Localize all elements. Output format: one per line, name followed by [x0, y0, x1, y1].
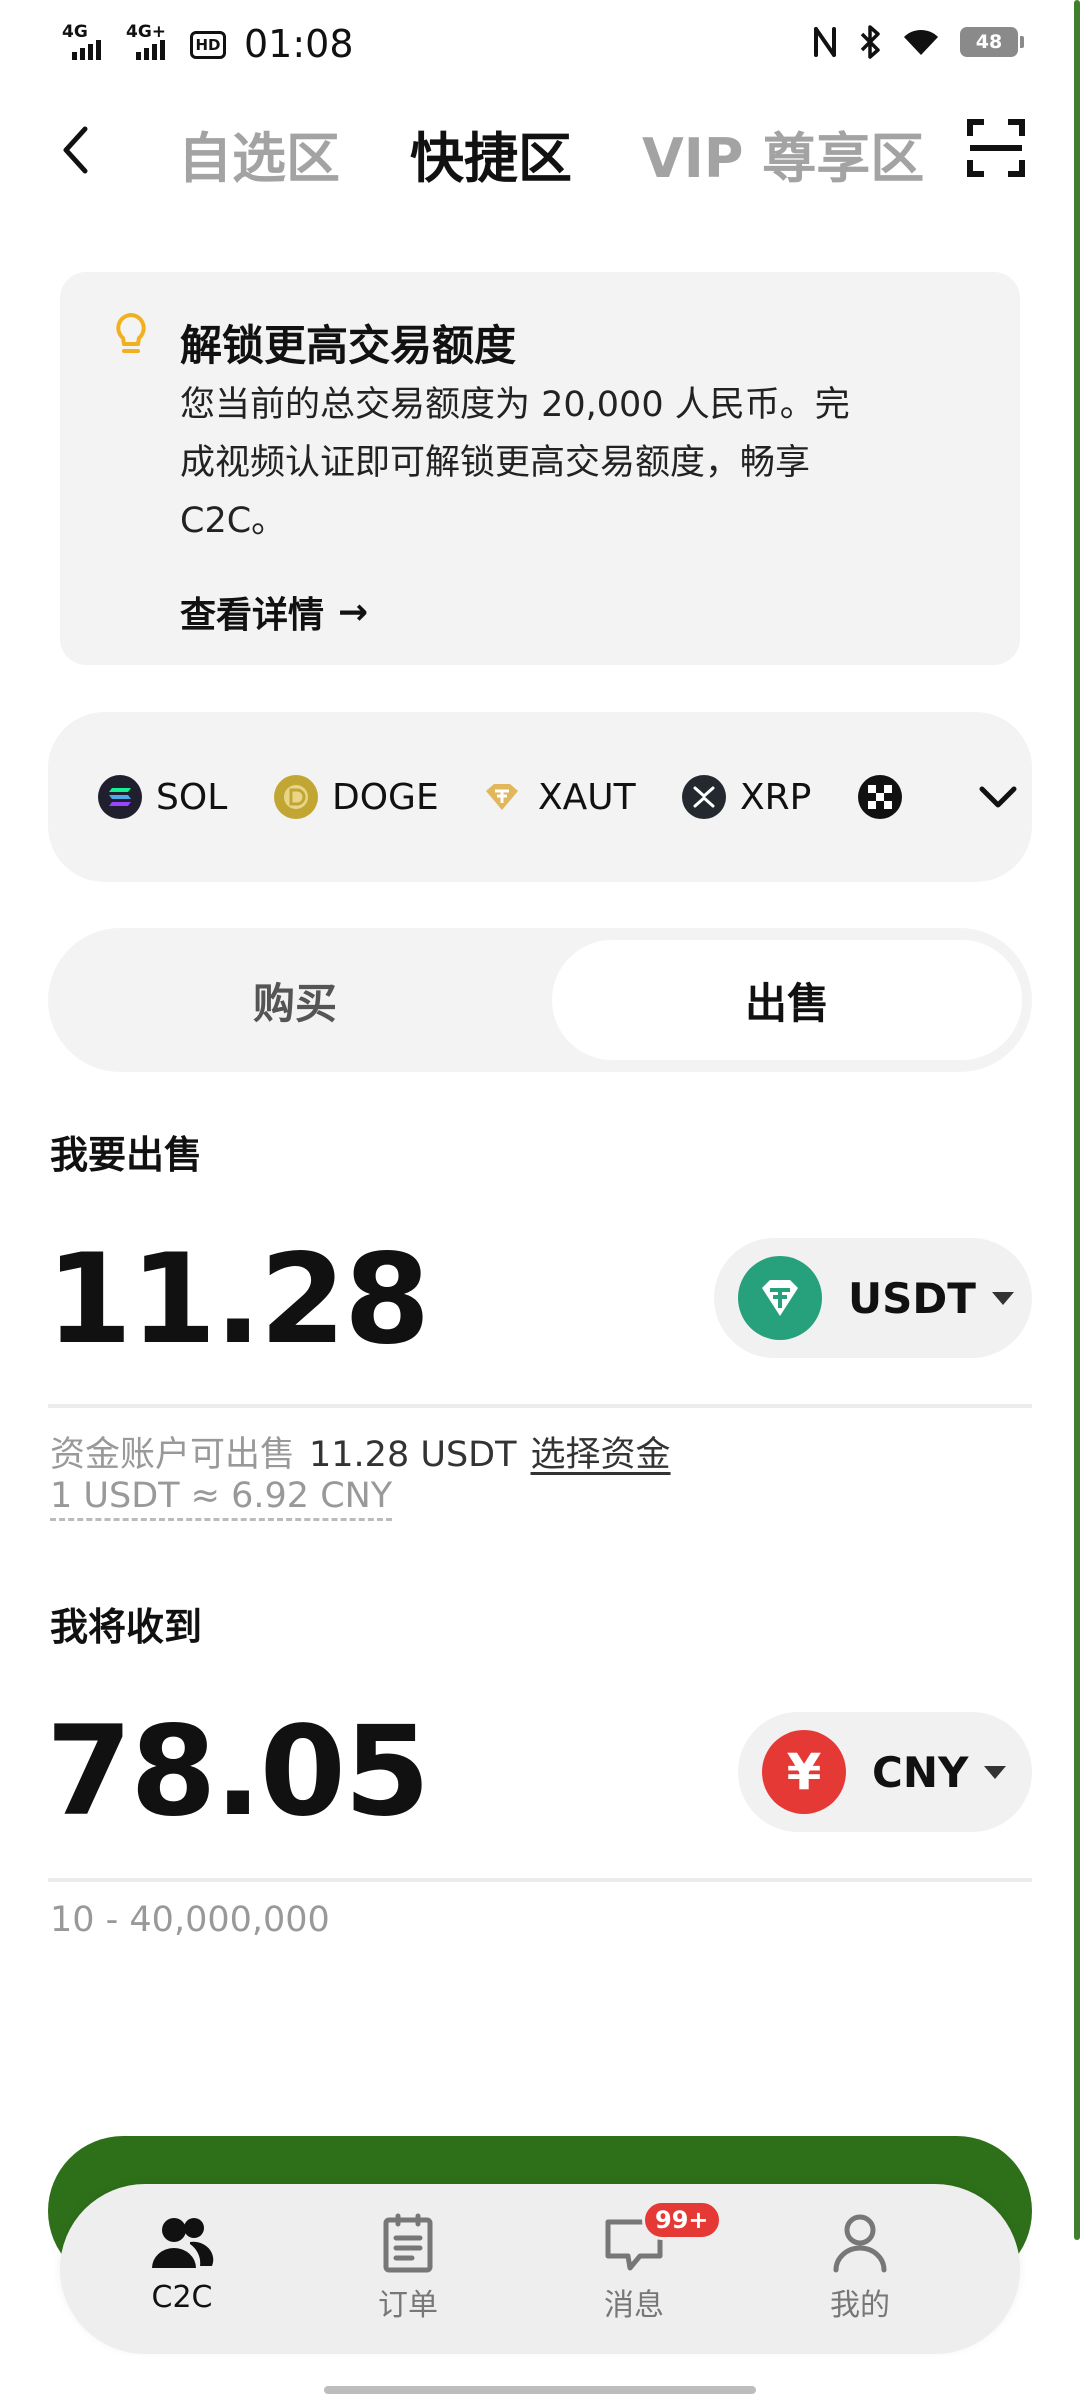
sell-currency-selector[interactable]: USDT: [714, 1238, 1032, 1358]
home-indicator[interactable]: [324, 2386, 756, 2394]
receive-divider: [48, 1878, 1032, 1882]
nav-item-orders[interactable]: 订单: [328, 2212, 488, 2332]
amount-range: 10 - 40,000,000: [50, 1900, 330, 1940]
users-icon: [152, 2218, 214, 2268]
available-label: 资金账户可出售: [50, 1435, 296, 1475]
notice-title: 解锁更高交易额度: [180, 321, 517, 370]
sell-label: 我要出售: [50, 1133, 203, 1177]
nav-label: C2C: [151, 2280, 213, 2315]
battery-icon: 48: [960, 27, 1024, 57]
solana-icon: [98, 775, 142, 819]
wifi-icon: [904, 29, 938, 55]
xrp-icon: [682, 775, 726, 819]
nav-label: 我的: [830, 2288, 890, 2323]
hd-voice-icon: HD: [190, 31, 226, 59]
coin-item-xrp[interactable]: XRP: [682, 767, 811, 827]
chat-icon-wrap: 99+: [602, 2200, 722, 2274]
buy-sell-toggle: 购买 出售: [48, 928, 1032, 1072]
coin-name: XRP: [740, 776, 812, 818]
notice-body: 您当前的总交易额度为 20,000 人民币。完成视频认证即可解锁更高交易额度，畅…: [180, 385, 850, 541]
tether-gold-icon: [480, 775, 524, 819]
yuan-icon: ¥: [762, 1730, 846, 1814]
available-line: 资金账户可出售 11.28 USDT 选择资金: [50, 1426, 671, 1477]
lightbulb-icon: [116, 313, 146, 353]
nav-item-c2c[interactable]: C2C: [102, 2212, 262, 2332]
caret-down-icon: [984, 1765, 1007, 1779]
page: 4G 4G+ HD 01:08 48 自选区 快捷区 VIP 尊享区 解锁更高交…: [0, 0, 1080, 2400]
tab-favorites[interactable]: 自选区: [178, 114, 340, 193]
coin-item-xaut[interactable]: XAUT: [480, 767, 636, 827]
user-icon: [833, 2214, 887, 2273]
sell-divider: [48, 1404, 1032, 1408]
bluetooth-icon: [860, 25, 880, 59]
coin-item-sol[interactable]: SOL: [98, 767, 227, 827]
view-details-link[interactable]: 查看详情 →: [180, 586, 368, 638]
coin-name: SOL: [156, 776, 228, 818]
chevron-down-icon: [979, 786, 1017, 808]
nfc-icon: [814, 27, 836, 57]
arrow-right-icon: →: [338, 591, 369, 633]
nav-item-profile[interactable]: 我的: [780, 2212, 940, 2332]
select-fund-link[interactable]: 选择资金: [531, 1435, 671, 1475]
sell-option[interactable]: 出售: [552, 940, 1022, 1060]
message-badge: 99+: [642, 2200, 722, 2240]
coin-selector: SOL DOGE XAUT XRP: [48, 712, 1032, 882]
tab-quick[interactable]: 快捷区: [410, 114, 572, 193]
receive-currency-code: CNY: [872, 1747, 969, 1797]
receive-amount-input[interactable]: 78.05: [46, 1700, 430, 1844]
status-left: 4G 4G+ HD 01:08: [62, 18, 354, 66]
tab-vip[interactable]: VIP 尊享区: [642, 114, 924, 193]
buy-option[interactable]: 购买: [60, 940, 530, 1060]
dogecoin-icon: [274, 775, 318, 819]
nav-label: 订单: [378, 2288, 438, 2323]
sell-amount-input[interactable]: 11.28: [46, 1228, 430, 1372]
receive-currency-selector[interactable]: ¥ CNY: [738, 1712, 1032, 1832]
signal-strength-icon: 4G: [62, 22, 112, 62]
coin-fade: [928, 712, 968, 882]
tether-icon: [738, 1256, 822, 1340]
sell-currency-code: USDT: [848, 1273, 976, 1323]
scroll-indicator: [1074, 0, 1080, 2240]
network-type-label: 4G: [62, 22, 88, 42]
bottom-nav: C2C 订单 99+ 消息 我的: [60, 2184, 1020, 2354]
network-type-label-2: 4G+: [126, 22, 167, 42]
coin-item-more[interactable]: [858, 767, 902, 827]
chevron-left-icon: [63, 126, 88, 174]
back-button[interactable]: [50, 122, 100, 178]
signal-strength-icon-2: 4G+: [126, 22, 176, 62]
coin-item-doge[interactable]: DOGE: [274, 767, 439, 827]
scan-icon[interactable]: [966, 118, 1026, 178]
checker-coin-icon: [858, 775, 902, 819]
coin-name: DOGE: [332, 776, 439, 818]
caret-down-icon: [991, 1291, 1014, 1305]
available-value: 11.28 USDT: [309, 1435, 517, 1475]
nav-item-messages[interactable]: 99+ 消息: [554, 2200, 722, 2332]
receive-label: 我将收到: [50, 1605, 203, 1649]
status-time: 01:08: [244, 22, 354, 66]
notice-card: 解锁更高交易额度 您当前的总交易额度为 20,000 人民币。完成视频认证即可解…: [60, 272, 1020, 665]
expand-coins-button[interactable]: [968, 767, 1028, 827]
clipboard-icon: [383, 2213, 433, 2273]
status-bar: 4G 4G+ HD 01:08 48: [0, 0, 1080, 84]
coin-name: XAUT: [538, 776, 636, 818]
exchange-rate[interactable]: 1 USDT ≈ 6.92 CNY: [50, 1476, 393, 1521]
view-details-label: 查看详情: [180, 595, 325, 636]
nav-label: 消息: [604, 2288, 664, 2323]
top-nav: 自选区 快捷区 VIP 尊享区: [0, 100, 1080, 200]
status-right: 48: [812, 24, 1024, 60]
